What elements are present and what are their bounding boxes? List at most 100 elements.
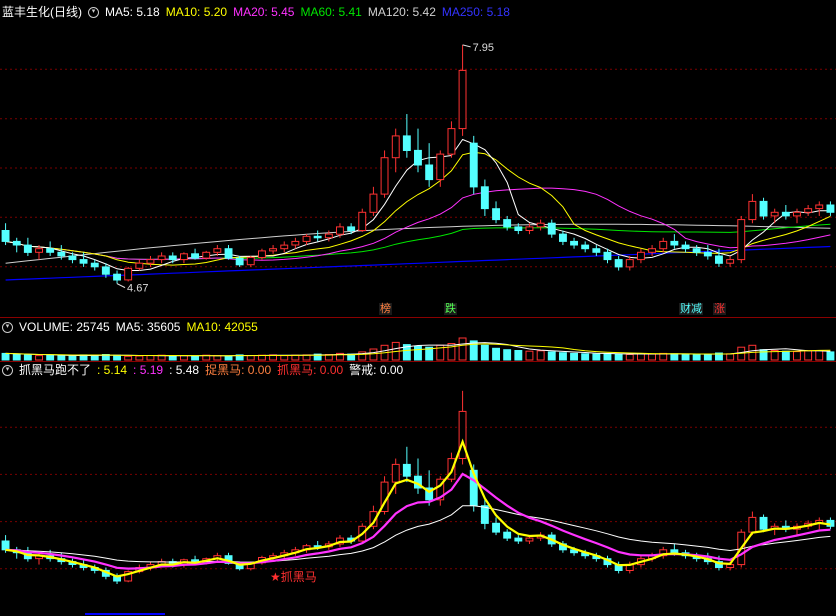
volume-panel-header: ▾ VOLUME: 25745 MA5: 35605 MA10: 42055 (0, 319, 258, 335)
volume-bar-up (213, 355, 222, 361)
volume-bar-down (670, 353, 679, 361)
candle-up (447, 128, 456, 155)
volume-bar-up (447, 343, 456, 361)
candle-up (124, 267, 133, 281)
candle-up (157, 255, 166, 261)
volume-bar-down (514, 350, 523, 361)
candle-down (692, 248, 701, 253)
volume-bar-down (570, 352, 578, 361)
volume-ma5: MA5: 35605 (115, 320, 181, 334)
candle-down (492, 522, 501, 533)
star-icon: ★ (270, 570, 281, 584)
candle-down (603, 251, 612, 261)
indicator-alert: 警戒: 0.00 (349, 363, 404, 377)
candle-up (726, 259, 735, 264)
candle-down (514, 226, 523, 231)
settings-circle-icon[interactable]: ▾ (2, 321, 13, 333)
volume-ma10: MA10: 42055 (186, 320, 258, 334)
volume-bar-down (592, 353, 601, 361)
volume-bar-up (637, 353, 645, 361)
volume-bar-up (146, 355, 155, 361)
candle-down (826, 204, 835, 213)
candle-up (246, 256, 255, 266)
volume-bar-down (559, 352, 567, 361)
stock-title: 蓝丰生化(日线) (2, 5, 82, 19)
volume-bar-down (46, 354, 55, 361)
volume-bar-down (90, 355, 99, 361)
candle-up (380, 157, 389, 195)
ma250-legend: MA250: 5.18 (441, 5, 510, 19)
event-badge-1[interactable]: 榜 (379, 303, 392, 315)
candle-down (703, 251, 712, 257)
volume-bar-down (480, 344, 489, 361)
settings-circle-icon[interactable]: ▾ (88, 6, 99, 18)
indicator-grab: 抓黑马: 0.00 (277, 363, 344, 377)
volume-bar-down (547, 351, 556, 361)
candle-up (536, 222, 545, 228)
candle-up (146, 259, 155, 264)
candle-up (302, 235, 311, 242)
candle-down (224, 248, 233, 259)
candle-down (425, 164, 434, 181)
candle-down (781, 211, 790, 217)
volume-bar-up (35, 355, 43, 361)
volume-bar-up (804, 350, 813, 361)
volume-bar-up (625, 354, 634, 361)
candle-down (23, 244, 32, 253)
candle-down (46, 248, 55, 253)
price-chart[interactable]: 7.95 4.67 (0, 20, 836, 316)
volume-bar-down (68, 355, 77, 361)
ma60-legend: MA60: 5.41 (300, 5, 362, 19)
candle-down (113, 273, 121, 281)
candle-up (748, 516, 757, 533)
ma10-legend: MA10: 5.20 (165, 5, 228, 19)
indicator-panel-header: ▾ 抓黑马跑不了 : 5.14 : 5.19 : 5.48 捉黑马: 0.00 … (0, 362, 403, 378)
low-label: 4.67 (127, 283, 148, 295)
ma20-legend: MA20: 5.45 (233, 5, 295, 19)
high-label: 7.95 (473, 42, 494, 54)
candle-down (514, 537, 523, 542)
volume-bar-down (57, 355, 66, 361)
candle-up (726, 564, 735, 569)
candle-up (458, 69, 467, 130)
volume-bar-up (458, 337, 467, 361)
volume-bar-down (614, 353, 623, 361)
candle-up (436, 153, 445, 181)
candle-down (168, 255, 177, 261)
event-badge-4[interactable]: 涨 (713, 303, 726, 315)
volume-bar-up (369, 348, 378, 361)
candle-down (492, 208, 501, 221)
candle-up (324, 233, 333, 239)
candle-up (391, 135, 400, 159)
volume-bar-up (815, 350, 824, 361)
volume-bar-up (246, 355, 255, 361)
candle-up (358, 211, 367, 232)
candle-up (213, 248, 222, 253)
candle-down (1, 230, 10, 242)
candle-down (1, 540, 10, 551)
settings-circle-icon[interactable]: ▾ (2, 364, 13, 376)
candle-up (258, 250, 266, 258)
candle-up (737, 219, 746, 261)
volume-bar-up (536, 350, 545, 361)
panel-divider (0, 317, 836, 318)
candle-up (202, 251, 211, 259)
signal-label: 抓黑马 (280, 570, 317, 584)
low-pointer (116, 283, 126, 289)
candle-up (804, 208, 813, 213)
candle-down (235, 257, 244, 266)
candle-down (12, 240, 21, 246)
event-badge-2[interactable]: 跌 (444, 303, 457, 315)
candle-down (670, 240, 679, 246)
volume-bar-up (525, 350, 534, 361)
volume-bar-down (503, 349, 512, 361)
candle-up (525, 537, 534, 542)
candle-down (503, 531, 512, 539)
indicator-chart[interactable] (0, 380, 836, 616)
volume-bar-down (603, 352, 612, 361)
candle-up (369, 193, 378, 213)
candle-up (269, 248, 278, 252)
volume-chart[interactable] (0, 335, 836, 361)
volume-bar-down (692, 353, 701, 361)
event-badge-3[interactable]: 财减 (679, 303, 703, 315)
